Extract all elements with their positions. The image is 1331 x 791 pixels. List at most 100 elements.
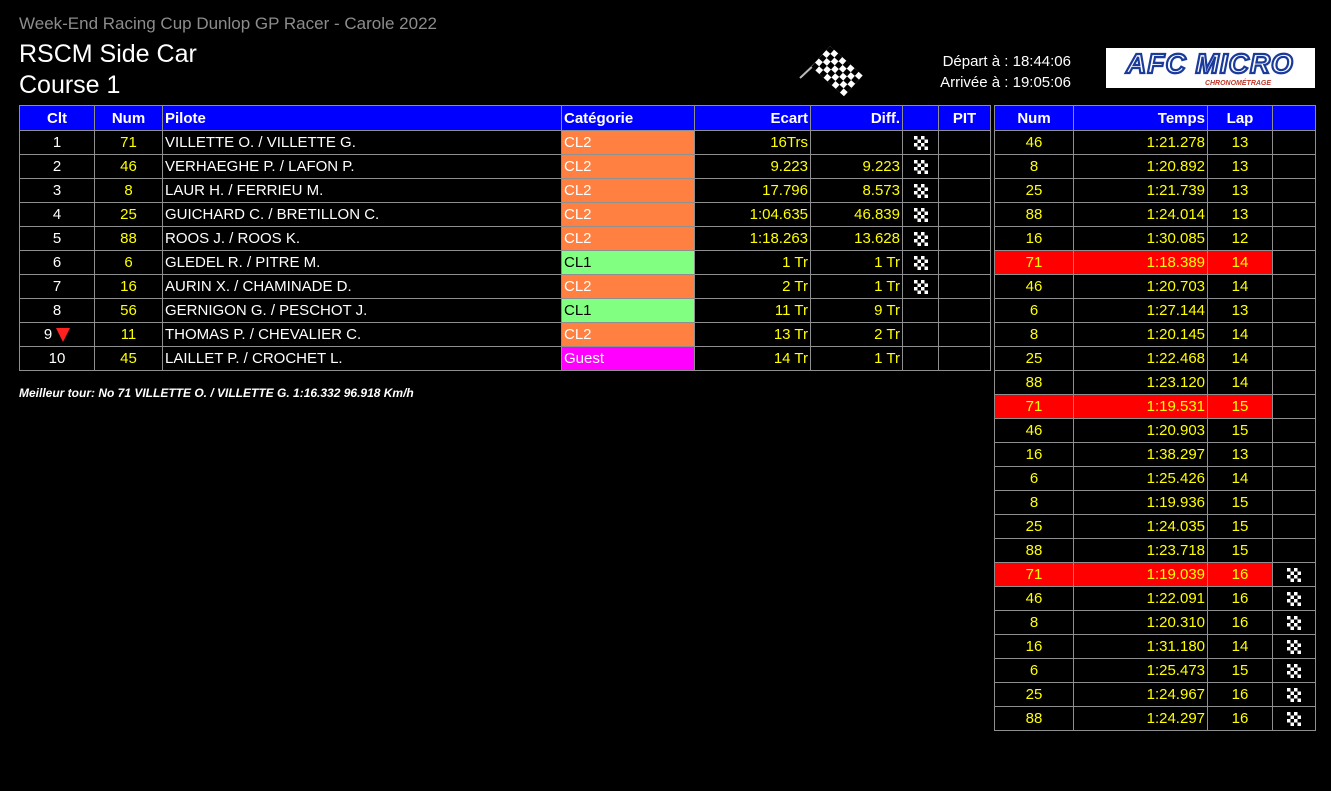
race-number: 8: [94, 178, 163, 203]
lap-row[interactable]: 16 1:38.297 13: [994, 442, 1316, 467]
lap-race-number: 71: [994, 250, 1074, 275]
lap-race-number: 16: [994, 634, 1074, 659]
lap-time: 1:24.967: [1073, 682, 1208, 707]
pilot-name: ROOS J. / ROOS K.: [162, 226, 562, 251]
standings-row[interactable]: 10 45 LAILLET P. / CROCHET L. Guest 14 Tr 1 T…: [19, 346, 991, 371]
lap-row[interactable]: 16 1:31.180 14: [994, 634, 1316, 659]
finish-flag-cell: [902, 322, 939, 347]
col-header-diff[interactable]: Diff.: [810, 105, 903, 131]
col-header-lap[interactable]: Lap: [1207, 105, 1273, 131]
pit-cell: [938, 250, 991, 275]
lap-race-number: 46: [994, 586, 1074, 611]
lap-row[interactable]: 46 1:22.091 16: [994, 586, 1316, 611]
pilot-name: VERHAEGHE P. / LAFON P.: [162, 154, 562, 179]
lap-row[interactable]: 88 1:24.014 13: [994, 202, 1316, 227]
checkered-flag-icon: [913, 160, 928, 175]
lap-row[interactable]: 25 1:22.468 14: [994, 346, 1316, 371]
lap-row[interactable]: 46 1:20.703 14: [994, 274, 1316, 299]
checkered-flag-icon: [913, 256, 928, 271]
lap-count: 14: [1207, 370, 1273, 395]
col-header-categorie[interactable]: Catégorie: [561, 105, 695, 131]
lap-row[interactable]: 88 1:23.120 14: [994, 370, 1316, 395]
lap-count: 13: [1207, 202, 1273, 227]
diff-value: 8.573: [810, 178, 903, 203]
lap-count: 13: [1207, 298, 1273, 323]
lap-row[interactable]: 88 1:24.297 16: [994, 706, 1316, 731]
category-badge: CL1: [561, 298, 695, 323]
lap-flag-cell: [1272, 562, 1316, 587]
col-header-clt[interactable]: Clt: [19, 105, 95, 131]
position-value: 6: [52, 254, 62, 271]
lap-row[interactable]: 71 1:18.389 14: [994, 250, 1316, 275]
standings-row[interactable]: 6 6 GLEDEL R. / PITRE M. CL1 1 Tr 1 Tr: [19, 250, 991, 275]
lap-flag-cell: [1272, 274, 1316, 299]
checkered-flag-icon: [1287, 568, 1301, 583]
lap-flag-cell: [1272, 178, 1316, 203]
lap-row[interactable]: 46 1:21.278 13: [994, 130, 1316, 155]
lap-row[interactable]: 6 1:25.426 14: [994, 466, 1316, 491]
lap-flag-cell: [1272, 418, 1316, 443]
standings-row[interactable]: 8 56 GERNIGON G. / PESCHOT J. CL1 11 Tr 9 Tr: [19, 298, 991, 323]
lap-row[interactable]: 8 1:20.145 14: [994, 322, 1316, 347]
col-header-ecart[interactable]: Ecart: [694, 105, 811, 131]
pit-cell: [938, 154, 991, 179]
lap-flag-cell: [1272, 442, 1316, 467]
col-header-pilote[interactable]: Pilote: [162, 105, 562, 131]
lap-time: 1:18.389: [1073, 250, 1208, 275]
standings-row[interactable]: 2 46 VERHAEGHE P. / LAFON P. CL2 9.223 9.223: [19, 154, 991, 179]
lap-time: 1:24.297: [1073, 706, 1208, 731]
lap-count: 13: [1207, 130, 1273, 155]
lap-row[interactable]: 8 1:20.310 16: [994, 610, 1316, 635]
pilot-name: LAILLET P. / CROCHET L.: [162, 346, 562, 371]
race-times: Départ à : 18:44:06 Arrivée à : 19:05:06: [880, 51, 1071, 93]
col-header-flag: [902, 105, 939, 131]
finish-flag-cell: [902, 130, 939, 155]
col-header-lap-num[interactable]: Num: [994, 105, 1074, 131]
lap-race-number: 16: [994, 226, 1074, 251]
lap-row[interactable]: 8 1:19.936 15: [994, 490, 1316, 515]
pilot-name: GERNIGON G. / PESCHOT J.: [162, 298, 562, 323]
standings-row[interactable]: 9 11 THOMAS P. / CHEVALIER C. CL2 13 Tr 2 Tr: [19, 322, 991, 347]
lap-flag-cell: [1272, 322, 1316, 347]
standings-row[interactable]: 1 71 VILLETTE O. / VILLETTE G. CL2 16Trs: [19, 130, 991, 155]
position-cell: 4: [19, 202, 95, 227]
lap-row[interactable]: 16 1:30.085 12: [994, 226, 1316, 251]
col-header-temps[interactable]: Temps: [1073, 105, 1208, 131]
standings-row[interactable]: 4 25 GUICHARD C. / BRETILLON C. CL2 1:04.635…: [19, 202, 991, 227]
lap-count: 15: [1207, 514, 1273, 539]
lap-row[interactable]: 25 1:24.035 15: [994, 514, 1316, 539]
lap-row[interactable]: 71 1:19.531 15: [994, 394, 1316, 419]
gap-value: 1:18.263: [694, 226, 811, 251]
race-number: 71: [94, 130, 163, 155]
category-badge: CL2: [561, 226, 695, 251]
lap-row[interactable]: 25 1:24.967 16: [994, 682, 1316, 707]
lap-time: 1:25.426: [1073, 466, 1208, 491]
lap-count: 13: [1207, 154, 1273, 179]
category-badge: CL2: [561, 178, 695, 203]
lap-race-number: 6: [994, 658, 1074, 683]
lap-row[interactable]: 8 1:20.892 13: [994, 154, 1316, 179]
lap-flag-cell: [1272, 154, 1316, 179]
standings-row[interactable]: 7 16 AURIN X. / CHAMINADE D. CL2 2 Tr 1 Tr: [19, 274, 991, 299]
lap-row[interactable]: 71 1:19.039 16: [994, 562, 1316, 587]
col-header-pit[interactable]: PIT: [938, 105, 991, 131]
lap-race-number: 25: [994, 682, 1074, 707]
start-time: Départ à : 18:44:06: [942, 53, 1071, 70]
lap-race-number: 71: [994, 562, 1074, 587]
pilot-name: GLEDEL R. / PITRE M.: [162, 250, 562, 275]
lap-row[interactable]: 6 1:25.473 15: [994, 658, 1316, 683]
col-header-num[interactable]: Num: [94, 105, 163, 131]
lap-row[interactable]: 88 1:23.718 15: [994, 538, 1316, 563]
lap-race-number: 88: [994, 538, 1074, 563]
lap-time: 1:24.014: [1073, 202, 1208, 227]
lap-row[interactable]: 46 1:20.903 15: [994, 418, 1316, 443]
lap-row[interactable]: 25 1:21.739 13: [994, 178, 1316, 203]
standings-row[interactable]: 5 88 ROOS J. / ROOS K. CL2 1:18.263 13.628: [19, 226, 991, 251]
lap-race-number: 6: [994, 298, 1074, 323]
lap-row[interactable]: 6 1:27.144 13: [994, 298, 1316, 323]
lap-time: 1:22.468: [1073, 346, 1208, 371]
standings-row[interactable]: 3 8 LAUR H. / FERRIEU M. CL2 17.796 8.573: [19, 178, 991, 203]
lap-race-number: 16: [994, 442, 1074, 467]
pit-cell: [938, 130, 991, 155]
lap-race-number: 6: [994, 466, 1074, 491]
